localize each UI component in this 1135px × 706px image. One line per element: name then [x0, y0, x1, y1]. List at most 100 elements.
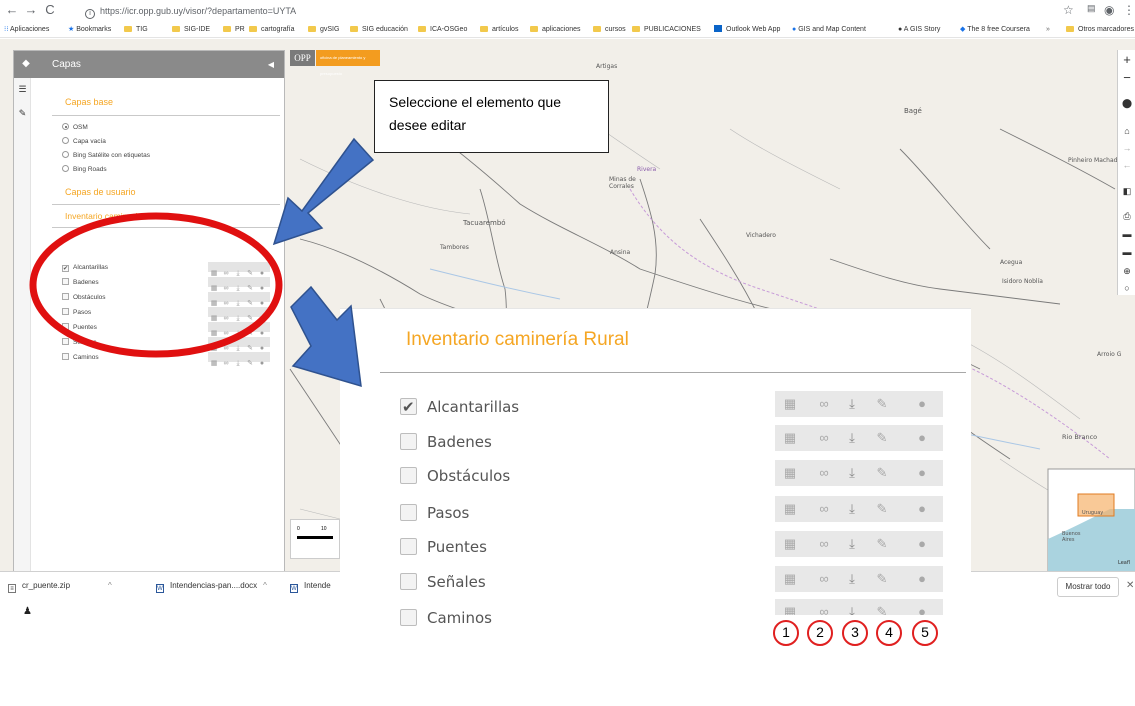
chevron-up-icon[interactable]: ^ — [108, 581, 112, 590]
layer-obstaculos[interactable]: Obstáculos — [62, 293, 106, 302]
link-icon[interactable]: ∞ — [813, 496, 835, 522]
radio[interactable] — [62, 165, 69, 172]
checkbox[interactable] — [400, 433, 417, 450]
radio[interactable] — [62, 123, 69, 130]
layer-senales[interactable]: Señales — [62, 338, 97, 347]
radio[interactable] — [62, 151, 69, 158]
checkbox[interactable] — [62, 278, 69, 285]
clock-icon[interactable]: ● — [911, 566, 933, 592]
edit-icon[interactable]: ✎ — [871, 599, 893, 615]
bookmark-gis-story[interactable]: A GIS Story — [904, 26, 941, 33]
bookmark-folder[interactable]: ICA-OSGeo — [430, 26, 467, 33]
list-icon[interactable]: ☰ — [17, 84, 28, 95]
base-layer-empty[interactable]: Capa vacía — [62, 137, 106, 146]
zoom-layer-caminos[interactable]: Caminos — [400, 608, 492, 628]
table-icon[interactable]: ▦ — [779, 460, 801, 486]
measure-icon[interactable]: ○ — [1118, 280, 1135, 296]
download-icon[interactable]: ⤓ — [841, 599, 863, 615]
close-icon[interactable]: ✕ — [1126, 580, 1134, 591]
bookmark-folder[interactable]: aplicaciones — [542, 26, 581, 33]
back-icon[interactable]: ← — [5, 3, 19, 17]
edit-icon[interactable]: ✎ — [871, 496, 893, 522]
download-item[interactable]: ≡ cr_puente.zip ^ — [8, 581, 112, 593]
download-icon[interactable]: ⤓ — [232, 359, 244, 369]
table-icon[interactable]: ▦ — [779, 425, 801, 451]
clock-icon[interactable]: ● — [911, 425, 933, 451]
table-icon[interactable]: ▦ — [779, 391, 801, 417]
zoom-out-icon[interactable]: − — [1118, 70, 1135, 86]
layer-puentes[interactable]: Puentes — [62, 323, 97, 332]
bookmark-coursera[interactable]: The 8 free Coursera — [967, 26, 1030, 33]
zoom-layer-senales[interactable]: Señales — [400, 572, 486, 592]
zoom-in-icon[interactable]: + — [1118, 52, 1135, 68]
edit-icon[interactable]: ✎ — [17, 108, 28, 119]
image-icon[interactable]: ▬ — [1118, 226, 1135, 242]
bookmark-others[interactable]: Otros marcadores — [1078, 26, 1134, 33]
table-icon[interactable]: ▦ — [779, 531, 801, 557]
table-icon[interactable]: ▦ — [779, 566, 801, 592]
base-layer-bing-sat[interactable]: Bing Satélite con etiquetas — [62, 151, 150, 160]
bookmark-outlook[interactable]: Outlook Web App — [726, 26, 780, 33]
forward-icon[interactable]: → — [24, 3, 38, 17]
link-icon[interactable]: ∞ — [813, 425, 835, 451]
download-icon[interactable]: ⤓ — [841, 566, 863, 592]
bookmark-folder[interactable]: SIG-IDE — [184, 26, 210, 33]
bookmark-folder[interactable]: TIG — [136, 26, 148, 33]
user-icon[interactable]: ♟ — [23, 606, 32, 617]
bookmark-apps[interactable]: Aplicaciones — [10, 26, 49, 33]
base-layer-osm[interactable]: OSM — [62, 123, 88, 132]
link-icon[interactable]: ∞ — [813, 599, 835, 615]
download-icon[interactable]: ⤓ — [841, 460, 863, 486]
chevron-up-icon[interactable]: ^ — [263, 581, 267, 590]
extension-icon[interactable]: ▤ — [1087, 3, 1096, 14]
layer-badenes[interactable]: Badenes — [62, 278, 99, 287]
clock-icon[interactable]: ● — [911, 391, 933, 417]
info-icon[interactable]: i — [85, 9, 95, 19]
checkbox[interactable] — [62, 338, 69, 345]
bookmark-folder[interactable]: artículos — [492, 26, 518, 33]
bookmark-folder[interactable]: PUBLICACIONES — [644, 26, 701, 33]
link-icon[interactable]: ∞ — [220, 359, 232, 369]
layer-alcantarillas[interactable]: ✔ Alcantarillas — [62, 263, 108, 272]
edit-icon[interactable]: ✎ — [871, 391, 893, 417]
table-icon[interactable]: ▦ — [779, 496, 801, 522]
download-icon[interactable]: ⤓ — [841, 496, 863, 522]
bookmark-bookmarks[interactable]: Bookmarks — [76, 26, 111, 33]
layer-caminos[interactable]: Caminos — [62, 353, 99, 362]
profile-icon[interactable]: ◉ — [1104, 3, 1114, 17]
link-icon[interactable]: ∞ — [813, 566, 835, 592]
print-icon[interactable]: ⎙ — [1118, 208, 1135, 224]
checkbox[interactable] — [400, 467, 417, 484]
zoom-layer-puentes[interactable]: Puentes — [400, 537, 487, 557]
home-icon[interactable]: ⌂ — [1118, 123, 1135, 139]
checkbox[interactable] — [400, 609, 417, 626]
layer-pasos[interactable]: Pasos — [62, 308, 91, 317]
checkbox[interactable] — [62, 293, 69, 300]
show-all-button[interactable]: Mostrar todo — [1057, 577, 1119, 597]
radio[interactable] — [62, 137, 69, 144]
bookmark-folder[interactable]: cartografía — [261, 26, 294, 33]
globe-icon[interactable]: ⊕ — [1118, 263, 1135, 279]
zoom-layer-alcantarillas[interactable]: Alcantarillas — [400, 397, 519, 417]
table-icon[interactable]: ▦ — [779, 599, 801, 615]
leaflet-attribution[interactable]: Leafl — [1118, 560, 1130, 566]
download-icon[interactable]: ⤓ — [841, 391, 863, 417]
bookmark-gis[interactable]: GIS and Map Content — [798, 26, 866, 33]
edit-icon[interactable]: ✎ — [871, 531, 893, 557]
clock-icon[interactable]: ● — [911, 496, 933, 522]
fullscreen-icon[interactable]: ◧ — [1118, 183, 1135, 199]
link-icon[interactable]: ∞ — [813, 460, 835, 486]
download-item[interactable]: W Intende — [290, 581, 331, 593]
clock-icon[interactable]: ● — [911, 531, 933, 557]
edit-icon[interactable]: ✎ — [244, 359, 256, 369]
checkbox[interactable] — [400, 538, 417, 555]
checkbox[interactable] — [62, 323, 69, 330]
zoom-layer-pasos[interactable]: Pasos — [400, 503, 469, 523]
redo-icon[interactable]: → — [1118, 140, 1135, 156]
bookmark-folder[interactable]: SIG educación — [362, 26, 408, 33]
edit-icon[interactable]: ✎ — [871, 425, 893, 451]
checkbox[interactable] — [400, 573, 417, 590]
clock-icon[interactable]: ● — [911, 460, 933, 486]
checkbox[interactable] — [400, 504, 417, 521]
clock-icon[interactable]: ● — [256, 359, 268, 369]
